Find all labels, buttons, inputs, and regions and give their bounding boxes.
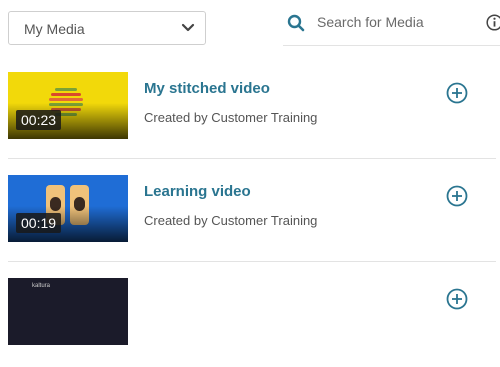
info-icon[interactable]: [486, 14, 500, 31]
media-filter-dropdown[interactable]: My Media: [8, 11, 206, 45]
add-circle-icon[interactable]: [446, 82, 468, 104]
add-circle-icon[interactable]: [446, 288, 468, 310]
search-input[interactable]: [317, 11, 467, 33]
search-icon[interactable]: [287, 14, 305, 32]
video-thumbnail[interactable]: kaltura: [8, 278, 128, 345]
media-creator: Created by Customer Training: [144, 213, 318, 228]
dropdown-selected-value: My Media: [24, 21, 85, 37]
media-list-item[interactable]: kaltura: [0, 264, 500, 367]
video-thumbnail[interactable]: 00:19: [8, 175, 128, 242]
media-list-item[interactable]: 00:23 My stitched video Created by Custo…: [0, 58, 500, 161]
divider: [8, 158, 496, 159]
video-thumbnail[interactable]: 00:23: [8, 72, 128, 139]
search-bar: [283, 0, 500, 46]
divider: [8, 261, 496, 262]
video-duration: 00:23: [16, 110, 62, 130]
video-duration: 00:19: [16, 213, 62, 233]
media-list: 00:23 My stitched video Created by Custo…: [0, 58, 500, 367]
media-title[interactable]: My stitched video: [144, 80, 270, 97]
thumbnail-logo: kaltura: [32, 283, 51, 289]
add-circle-icon[interactable]: [446, 185, 468, 207]
media-creator: Created by Customer Training: [144, 110, 318, 125]
chevron-down-icon: [181, 23, 195, 32]
media-list-item[interactable]: 00:19 Learning video Created by Customer…: [0, 161, 500, 264]
media-title[interactable]: Learning video: [144, 183, 251, 200]
